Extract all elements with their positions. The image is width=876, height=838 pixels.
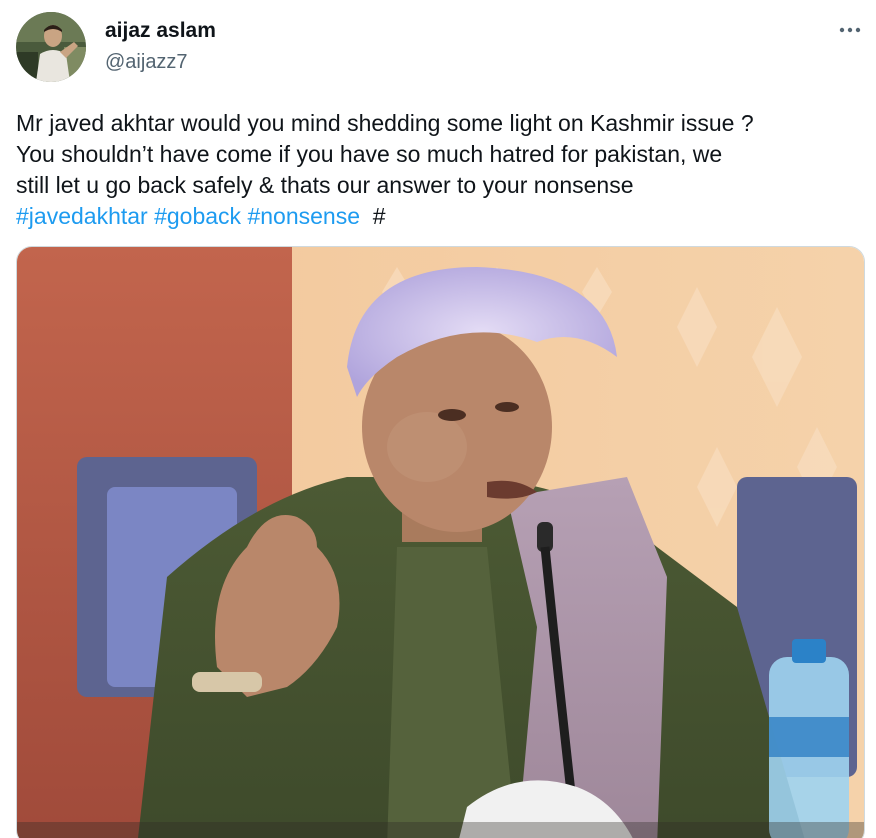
tweet: aijaz aslam @aijazz7 Mr javed akhtar wou… [0, 0, 876, 838]
tweet-text-line: You shouldn’t have come if you have so m… [16, 141, 723, 167]
avatar-image [16, 12, 86, 82]
hashtag-line: #javedakhtar #goback #nonsense # [16, 201, 866, 232]
hashtag-nonsense[interactable]: #nonsense [247, 203, 360, 229]
tweet-text-line: Mr javed akhtar would you mind shedding … [16, 110, 754, 136]
tweet-text-line: still let u go back safely & thats our a… [16, 172, 634, 198]
more-options-button[interactable] [832, 16, 868, 44]
user-handle[interactable]: @aijazz7 [105, 50, 188, 74]
avatar[interactable] [16, 12, 86, 82]
media-image [17, 247, 864, 838]
tweet-media[interactable] [16, 246, 865, 838]
tweet-text: Mr javed akhtar would you mind shedding … [16, 108, 866, 232]
display-name[interactable]: aijaz aslam [105, 19, 216, 43]
hashtag-goback[interactable]: #goback [154, 203, 241, 229]
ellipsis-horizontal-icon [839, 27, 861, 33]
trailing-hash: # [372, 203, 386, 229]
hashtag-javedakhtar[interactable]: #javedakhtar [16, 203, 148, 229]
